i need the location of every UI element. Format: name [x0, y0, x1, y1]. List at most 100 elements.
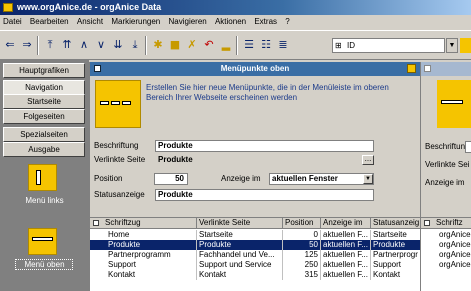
delete-record-icon[interactable]: ✗ [185, 37, 199, 53]
col-header-anzeige-im[interactable]: Anzeige im [320, 218, 370, 228]
nav-folgeseiten-button[interactable]: Folgeseiten [3, 109, 85, 124]
cell-anzeige-im: aktuellen F... [320, 250, 370, 260]
menu-aktionen[interactable]: Aktionen [212, 15, 249, 29]
search-field-dropdown-button[interactable]: ▼ [446, 38, 458, 53]
secondary-table-row[interactable]: orgAnice [421, 240, 471, 250]
cell-schriftzug: Kontakt [108, 270, 136, 279]
menu-navigieren[interactable]: Navigieren [165, 15, 209, 29]
menu-extras[interactable]: Extras [251, 15, 280, 29]
cell-verlinkte-seite: Produkte [196, 240, 282, 250]
secondary-cell: orgAnice [439, 240, 471, 249]
display-in-dropdown-button[interactable]: ▼ [363, 174, 373, 184]
list-view-icon[interactable]: ≣ [276, 37, 290, 53]
list-filter-icon[interactable]: ☷ [259, 37, 273, 53]
previous-record-icon[interactable]: ∧ [77, 37, 91, 53]
search-field-input[interactable]: ⊞ ID [332, 38, 445, 53]
panel-title: Menüpunkte oben [90, 62, 420, 76]
menu-links-icon[interactable] [28, 164, 57, 191]
cell-statusanzeige: Partnerprogr [370, 250, 420, 260]
cell-anzeige-im: aktuellen F... [320, 260, 370, 270]
forward-icon[interactable]: ⇒ [20, 37, 34, 53]
menu-datei[interactable]: Datei [0, 15, 25, 29]
back-icon[interactable]: ⇐ [3, 37, 17, 53]
position-field[interactable]: 50 [154, 173, 188, 185]
next-record-icon[interactable]: ∨ [94, 37, 108, 53]
linked-page-label: Verlinkte Seite [94, 155, 146, 164]
nav-startseite-button[interactable]: Startseite [3, 94, 85, 109]
search-icon[interactable]: ▂ [219, 37, 233, 53]
status-label: Statusanzeige [94, 190, 145, 199]
search-field-value: ID [347, 41, 355, 50]
page-up-icon[interactable]: ⇈ [60, 37, 74, 53]
page-down-icon[interactable]: ⇊ [111, 37, 125, 53]
table-row-selected[interactable]: Produkte Produkte 50 aktuellen F... Prod… [90, 240, 420, 250]
col-header-verlinkte-seite[interactable]: Verlinkte Seite [196, 218, 282, 228]
secondary-table-row[interactable]: orgAnice [421, 260, 471, 270]
secondary-caption-label: Beschriftung [425, 142, 470, 151]
linked-page-browse-button[interactable]: ... [362, 155, 374, 165]
nav-hauptgrafiken-button[interactable]: Hauptgrafiken [3, 63, 85, 78]
menu-bearbeiten[interactable]: Bearbeiten [27, 15, 72, 29]
cell-verlinkte-seite: Kontakt [196, 270, 282, 280]
nav-ausgabe-button[interactable]: Ausgabe [3, 142, 85, 157]
menu-oben-icon[interactable] [28, 228, 57, 255]
select-all-checkbox[interactable] [93, 220, 99, 226]
save-record-icon[interactable]: ■ [168, 37, 182, 53]
secondary-col-header-schriftzug[interactable]: Schriftz [434, 218, 471, 228]
cell-verlinkte-seite: Support und Service [196, 260, 282, 270]
menu-items-table: Schriftzug Verlinkte Seite Position Anze… [90, 217, 420, 291]
caption-field[interactable]: Produkte [155, 140, 374, 152]
undo-icon[interactable]: ↶ [202, 37, 216, 53]
col-header-schriftzug[interactable]: Schriftzug [103, 218, 196, 228]
secondary-select-all-checkbox[interactable] [424, 220, 430, 226]
list-icon[interactable]: ☰ [242, 37, 256, 53]
secondary-panel-system-icon[interactable] [424, 65, 431, 72]
menu-bar-segment [122, 101, 131, 105]
col-header-position[interactable]: Position [282, 218, 320, 228]
last-record-icon[interactable]: ⤓ [128, 37, 142, 53]
cell-anzeige-im: aktuellen F... [320, 240, 370, 250]
nav-navigation-button[interactable]: Navigation [3, 80, 85, 95]
display-in-select[interactable]: aktuellen Fenster [269, 173, 374, 185]
cell-schriftzug: Produkte [108, 240, 141, 249]
panel-system-icon[interactable] [94, 65, 101, 72]
title-bar: www.orgAnice.de - orgAnice Data [0, 0, 471, 15]
secondary-table-header: Schriftz [421, 218, 471, 229]
nav-spezialseiten-button[interactable]: Spezialseiten [3, 127, 85, 142]
menu-markierungen[interactable]: Markierungen [108, 15, 163, 29]
panel-resize-icon[interactable] [407, 64, 416, 73]
table-row[interactable]: Home Startseite 0 aktuellen F... Startse… [90, 230, 420, 240]
secondary-caption-field[interactable] [465, 141, 471, 153]
secondary-panel-large-icon [437, 80, 471, 128]
table-row[interactable]: Support Support und Service 250 aktuelle… [90, 260, 420, 270]
cell-position: 0 [282, 230, 320, 240]
secondary-cell: orgAnice [439, 230, 471, 239]
first-record-icon[interactable]: ⤒ [43, 37, 57, 53]
cell-statusanzeige: Startseite [370, 230, 420, 240]
status-field[interactable]: Produkte [155, 189, 374, 201]
menu-ansicht[interactable]: Ansicht [74, 15, 106, 29]
cell-position: 315 [282, 270, 320, 280]
cell-schriftzug: Support [108, 260, 137, 269]
cell-schriftzug: Partnerprogramm [108, 250, 171, 259]
cell-position: 125 [282, 250, 320, 260]
menu-help[interactable]: ? [282, 15, 292, 29]
menu-bar-segment [111, 101, 120, 105]
cell-schriftzug: Home [108, 230, 130, 239]
toolbar: ⇐ ⇒ ⤒ ⇈ ∧ ∨ ⇊ ⤓ ✱ ■ ✗ ↶ ▂ ☰ ☷ ≣ ⊞ ID ▼ [0, 30, 471, 60]
secondary-table: Schriftz orgAnice orgAnice orgAnice orgA… [421, 217, 471, 291]
toolbar-separator [236, 36, 238, 55]
table-row[interactable]: Kontakt Kontakt 315 aktuellen F... Konta… [90, 270, 420, 280]
secondary-table-row[interactable]: orgAnice [421, 230, 471, 240]
secondary-linked-page-label: Verlinkte Sei [425, 160, 470, 169]
toolbar-overflow-icon[interactable] [460, 38, 471, 53]
menu-oben-label[interactable]: Menü oben [0, 260, 89, 269]
table-row[interactable]: Partnerprogramm Fachhandel und Ve... 125… [90, 250, 420, 260]
linked-page-field[interactable]: Produkte [155, 154, 358, 166]
secondary-cell: orgAnice [439, 260, 471, 269]
menu-links-label[interactable]: Menü links [0, 196, 89, 205]
col-header-statusanzeige[interactable]: Statusanzeig [370, 218, 420, 228]
secondary-table-row[interactable]: orgAnice [421, 250, 471, 260]
new-record-icon[interactable]: ✱ [151, 37, 165, 53]
cell-verlinkte-seite: Startseite [196, 230, 282, 240]
